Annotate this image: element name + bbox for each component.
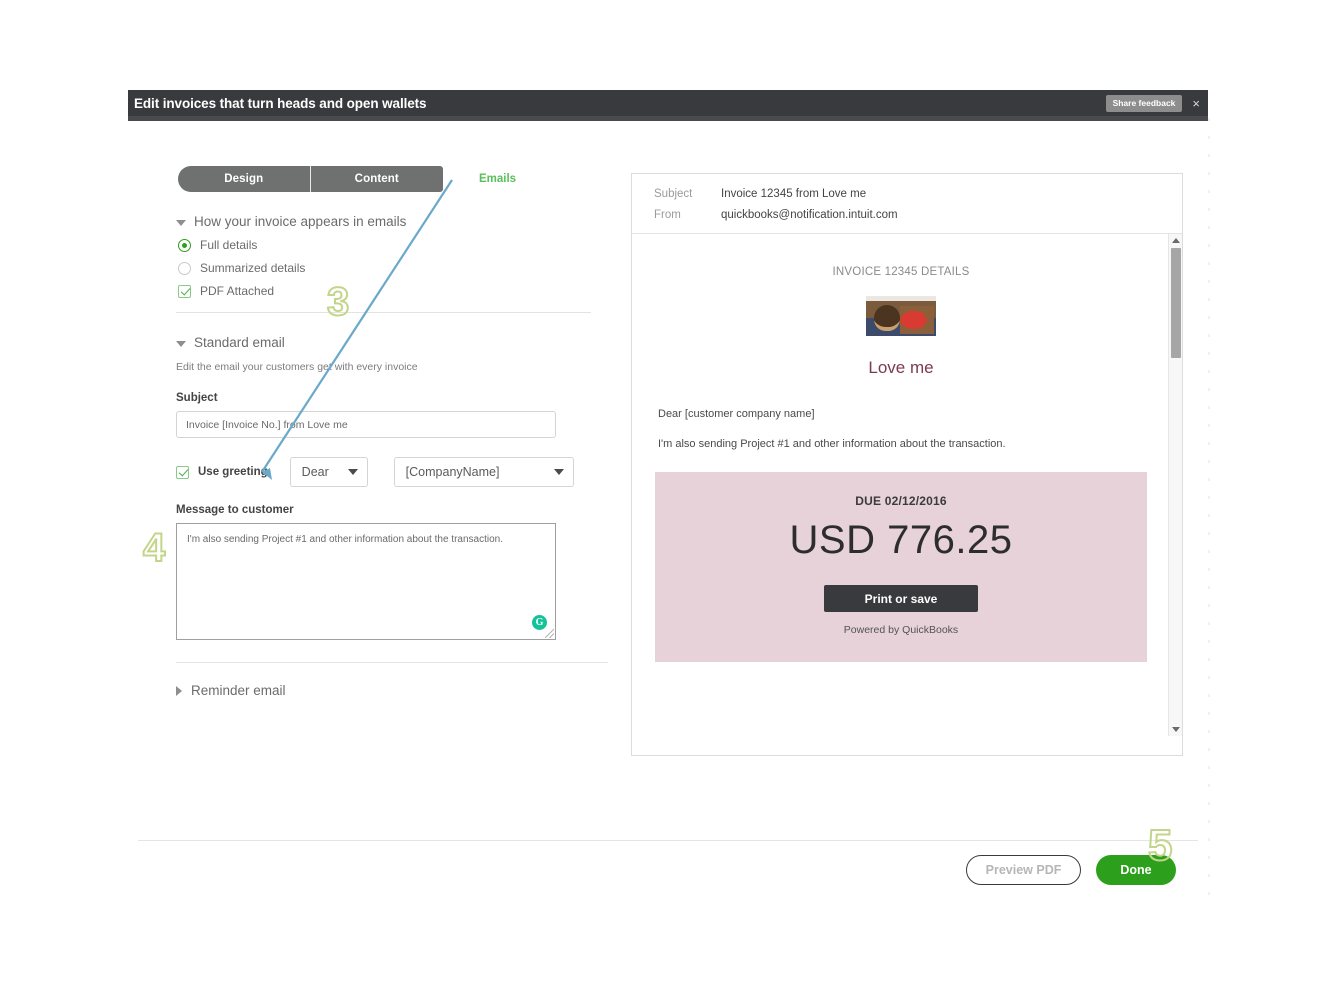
- greeting-select-value: Dear: [301, 465, 329, 479]
- tab-group: Design Content: [178, 166, 443, 192]
- name-token-select-value: [CompanyName]: [405, 465, 500, 479]
- reminder-email-section-header[interactable]: Reminder email: [176, 683, 638, 698]
- chevron-down-icon: [176, 340, 186, 347]
- preview-subject-key: Subject: [654, 188, 693, 200]
- email-preview-panel: Subject Invoice 12345 from Love me From …: [631, 173, 1183, 756]
- radio-full-details[interactable]: Full details: [178, 238, 638, 252]
- preview-from-key: From: [654, 209, 681, 221]
- section-divider: [176, 662, 608, 663]
- preview-greeting-line: Dear [customer company name]: [658, 408, 815, 420]
- print-or-save-button[interactable]: Print or save: [824, 585, 978, 612]
- company-logo-image: [866, 296, 936, 336]
- chevron-right-icon: [176, 685, 182, 696]
- preview-subject-row: Subject Invoice 12345 from Love me: [654, 188, 1182, 200]
- due-amount-value: USD 776.25: [789, 518, 1013, 562]
- close-icon[interactable]: ×: [1192, 97, 1200, 110]
- scroll-down-arrow-icon[interactable]: [1172, 727, 1180, 732]
- radio-summarized-details-label: Summarized details: [200, 261, 306, 275]
- grammarly-icon[interactable]: G: [532, 615, 547, 630]
- dialog-titlebar: Edit invoices that turn heads and open w…: [128, 90, 1208, 116]
- section-divider: [176, 312, 591, 313]
- preview-scrollbar[interactable]: [1168, 234, 1182, 736]
- scrollbar-thumb[interactable]: [1171, 248, 1181, 358]
- preview-from-value: quickbooks@notification.intuit.com: [721, 209, 898, 221]
- tab-content[interactable]: Content: [310, 166, 443, 192]
- checkmark-icon[interactable]: [176, 465, 189, 479]
- preview-header: Subject Invoice 12345 from Love me From …: [632, 174, 1182, 234]
- done-button[interactable]: Done: [1096, 855, 1176, 885]
- scroll-up-arrow-icon[interactable]: [1172, 238, 1180, 243]
- footer-actions: Preview PDF Done: [966, 855, 1176, 885]
- reminder-email-section-title: Reminder email: [191, 683, 286, 698]
- chevron-down-icon: [553, 469, 564, 475]
- dialog-title: Edit invoices that turn heads and open w…: [134, 95, 427, 111]
- preview-subject-value: Invoice 12345 from Love me: [721, 188, 867, 200]
- checkbox-pdf-attached-label: PDF Attached: [200, 284, 275, 298]
- name-token-select[interactable]: [CompanyName]: [393, 457, 574, 487]
- appearance-section-header[interactable]: How your invoice appears in emails: [176, 214, 638, 229]
- screen-root: Edit invoices that turn heads and open w…: [0, 0, 1344, 1008]
- message-label: Message to customer: [176, 504, 294, 516]
- standard-email-note: Edit the email your customers get with e…: [176, 361, 418, 373]
- preview-pdf-button[interactable]: Preview PDF: [966, 855, 1081, 885]
- resize-handle[interactable]: [545, 629, 554, 638]
- due-amount-panel: DUE 02/12/2016 USD 776.25 Print or save …: [655, 472, 1147, 662]
- radio-icon-unselected: [178, 261, 191, 275]
- settings-column: Design Content Emails How your invoice a…: [168, 166, 638, 698]
- share-feedback-button[interactable]: Share feedback: [1105, 94, 1183, 112]
- checkbox-pdf-attached[interactable]: PDF Attached: [178, 284, 638, 298]
- appearance-section-title: How your invoice appears in emails: [194, 214, 407, 229]
- radio-summarized-details[interactable]: Summarized details: [178, 261, 638, 275]
- preview-message-line: I'm also sending Project #1 and other in…: [658, 438, 1006, 450]
- standard-email-section-header[interactable]: Standard email: [176, 335, 638, 350]
- use-greeting-label: Use greeting: [198, 466, 268, 478]
- footer-divider: [138, 840, 1198, 841]
- invoice-details-title: INVOICE 12345 DETAILS: [832, 266, 970, 278]
- subject-input[interactable]: Invoice [Invoice No.] from Love me: [176, 411, 556, 438]
- tab-design[interactable]: Design: [178, 166, 311, 192]
- checkmark-icon: [178, 284, 191, 298]
- powered-by-label: Powered by QuickBooks: [843, 624, 959, 636]
- tab-emails[interactable]: Emails: [479, 173, 516, 185]
- message-textarea-value: I'm also sending Project #1 and other in…: [187, 534, 503, 545]
- standard-email-section-title: Standard email: [194, 335, 285, 350]
- edit-invoices-dialog: Edit invoices that turn heads and open w…: [128, 90, 1208, 912]
- message-textarea[interactable]: I'm also sending Project #1 and other in…: [176, 523, 556, 640]
- preview-body: INVOICE 12345 DETAILS Love me Dear [cust…: [632, 234, 1182, 736]
- radio-icon-selected: [178, 238, 191, 252]
- dialog-body: Design Content Emails How your invoice a…: [128, 121, 1208, 891]
- preview-email-content: INVOICE 12345 DETAILS Love me Dear [cust…: [632, 234, 1170, 662]
- preview-from-row: From quickbooks@notification.intuit.com: [654, 209, 1182, 221]
- radio-full-details-label: Full details: [200, 238, 258, 252]
- subject-label: Subject: [176, 392, 218, 404]
- tab-bar: Design Content Emails: [168, 166, 638, 192]
- chevron-down-icon: [176, 219, 186, 226]
- business-name: Love me: [868, 358, 934, 377]
- greeting-row: Use greeting Dear [CompanyName]: [176, 457, 638, 487]
- due-date-label: DUE 02/12/2016: [855, 494, 947, 508]
- greeting-select[interactable]: Dear: [289, 457, 368, 487]
- chevron-down-icon: [347, 469, 358, 475]
